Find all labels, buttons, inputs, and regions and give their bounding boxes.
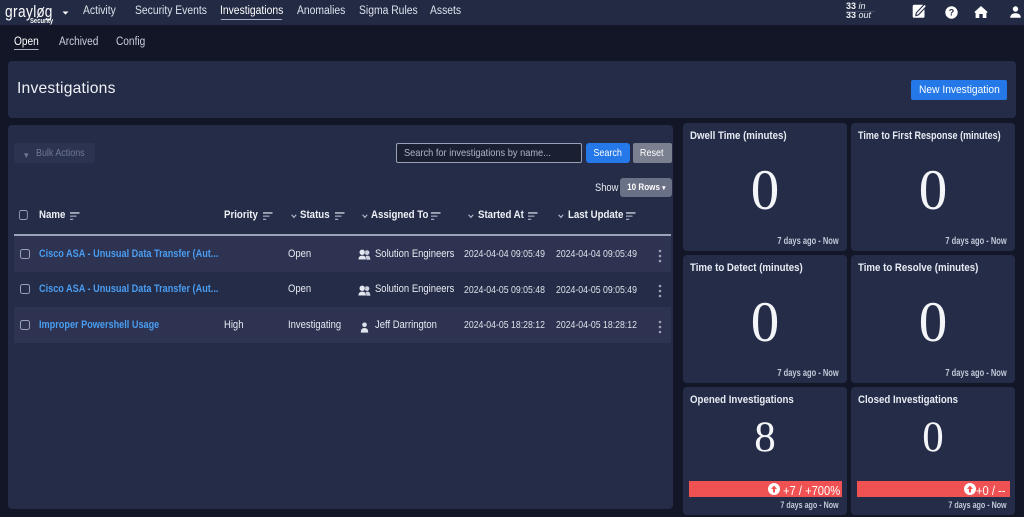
svg-text:?: ? bbox=[949, 7, 955, 17]
